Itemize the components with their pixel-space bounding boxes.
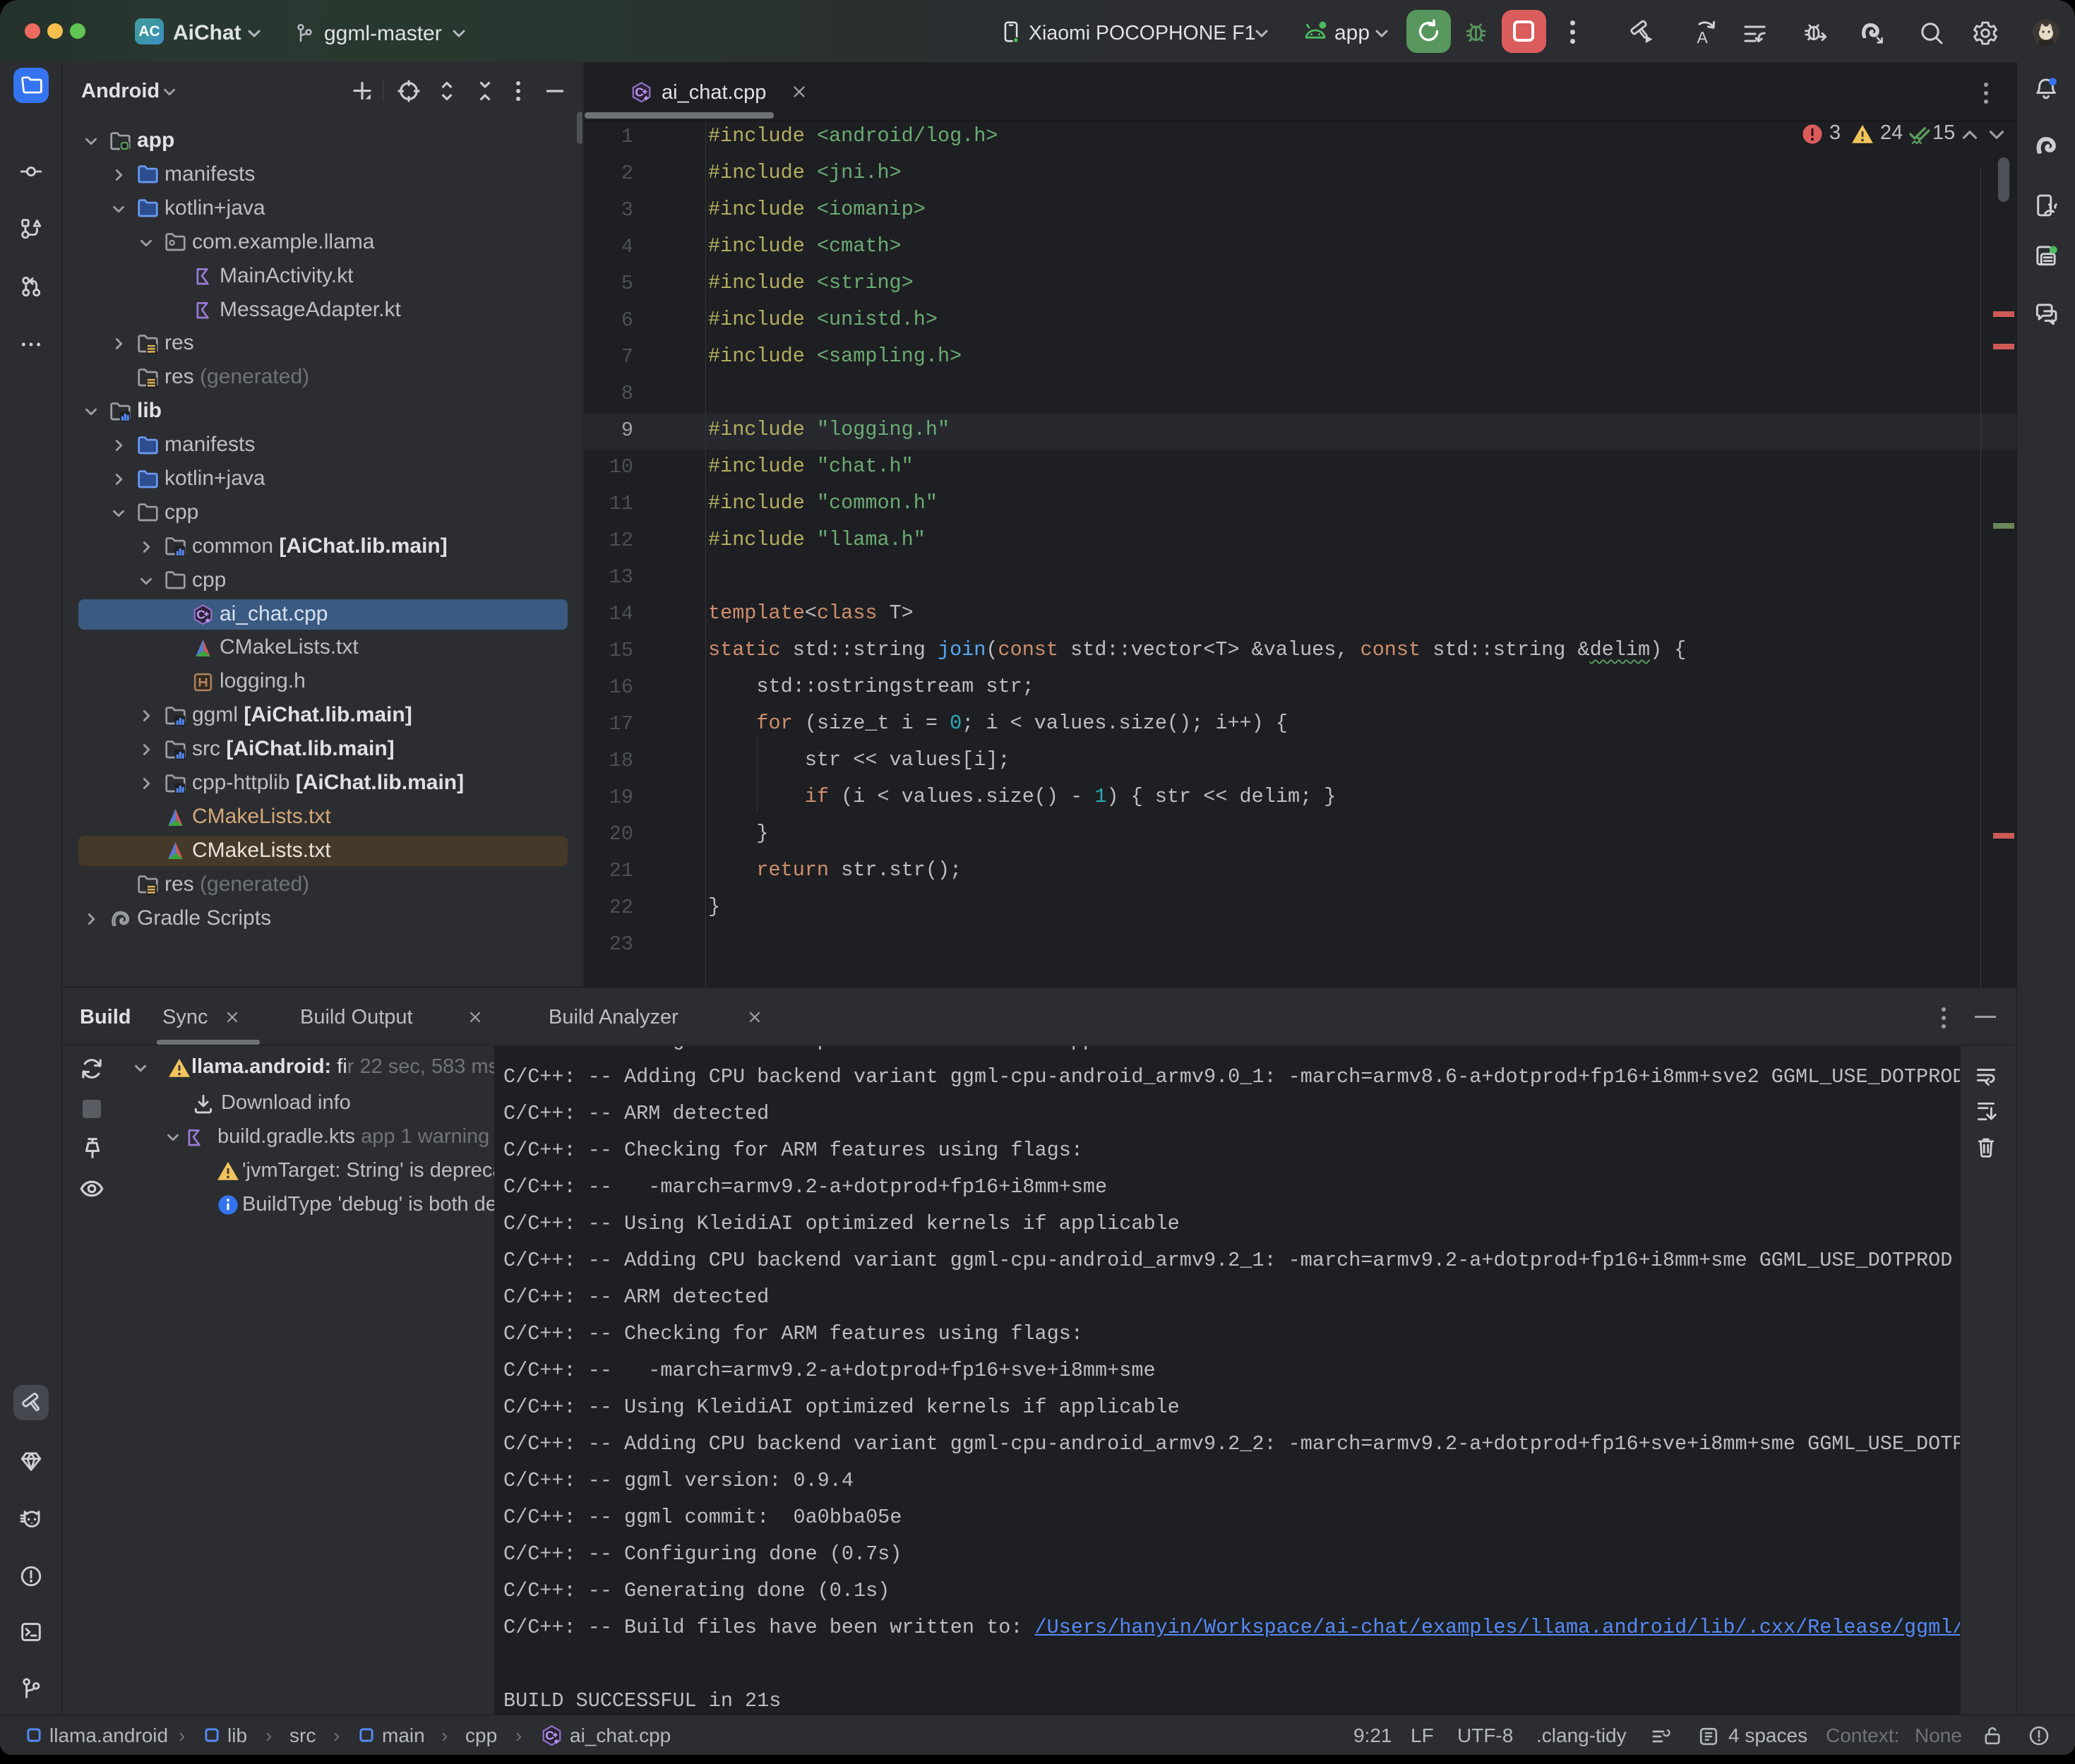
svg-text:A: A [1697, 28, 1709, 47]
